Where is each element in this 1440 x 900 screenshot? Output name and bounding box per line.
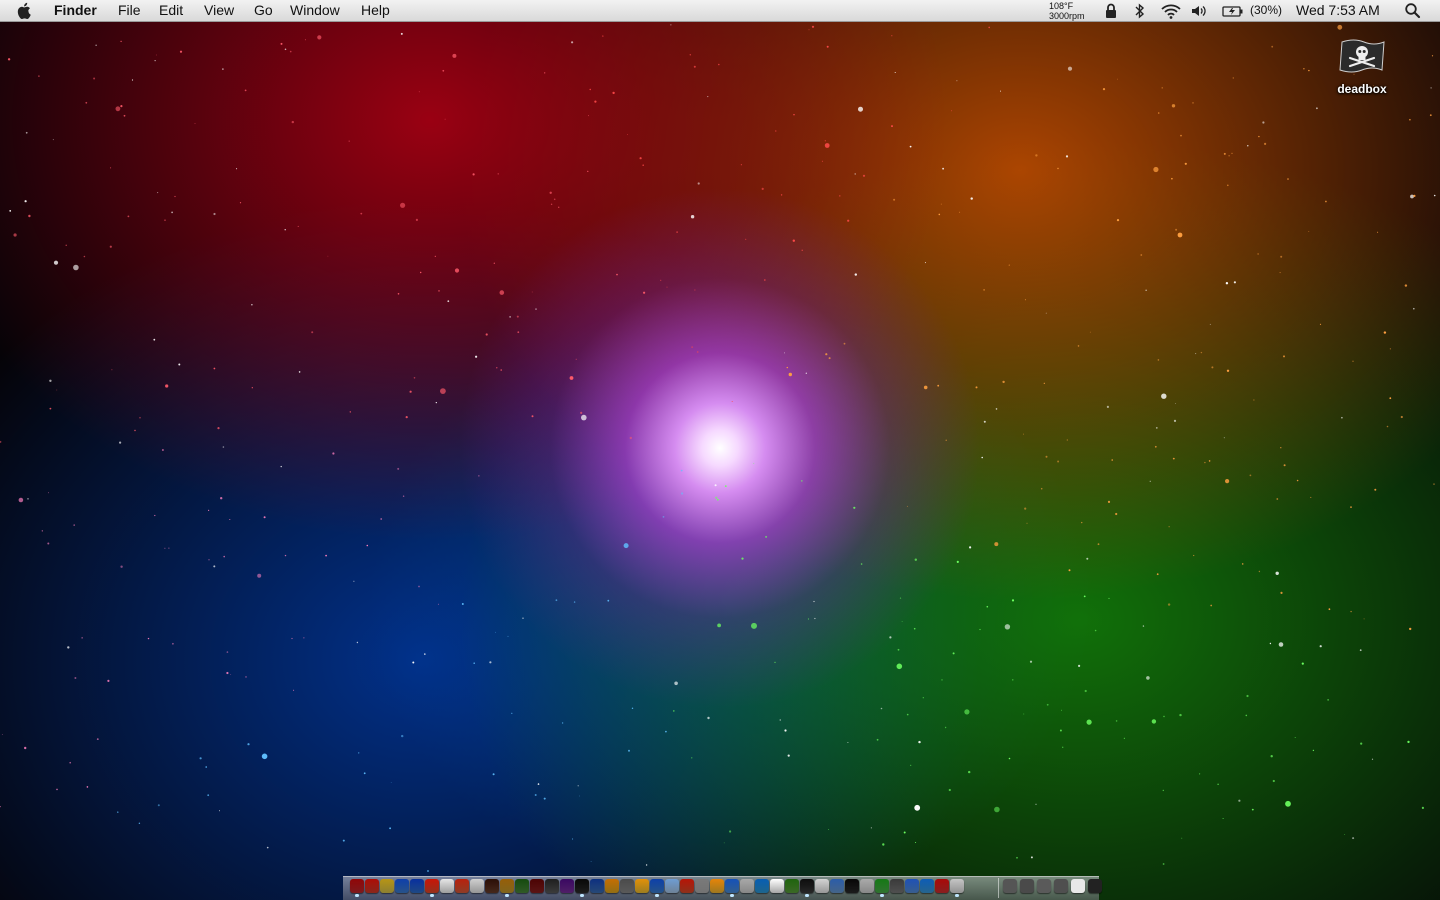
dock-app-icon[interactable] <box>860 879 874 893</box>
dock-running-indicator <box>730 894 734 897</box>
dock-running-indicator <box>655 894 659 897</box>
menu-view[interactable]: View <box>204 0 234 21</box>
fan-speed-text: 3000rpm <box>1049 11 1085 21</box>
dock-app-icon[interactable] <box>605 879 619 893</box>
dock-app-icon[interactable] <box>935 879 949 893</box>
dock-stack-icon[interactable] <box>1071 879 1085 893</box>
dock-stack-icon[interactable] <box>1003 879 1017 893</box>
desktop-wallpaper <box>0 0 1440 900</box>
dock-app-icon[interactable] <box>575 879 589 893</box>
dock-separator <box>998 878 999 898</box>
dock-app-icon[interactable] <box>410 879 424 893</box>
menu-bar: Finder File Edit View Go Window Help 108… <box>0 0 1440 22</box>
dock-app-icon[interactable] <box>560 879 574 893</box>
dock-app-icon[interactable] <box>635 879 649 893</box>
dock-running-indicator <box>430 894 434 897</box>
bluetooth-icon[interactable] <box>1133 2 1147 20</box>
dock-app-icon[interactable] <box>590 879 604 893</box>
dock-app-icon[interactable] <box>650 879 664 893</box>
spotlight-search-icon[interactable] <box>1404 2 1422 20</box>
menu-edit[interactable]: Edit <box>159 0 183 21</box>
dock-app-icon[interactable] <box>890 879 904 893</box>
dock-app-icon[interactable] <box>695 879 709 893</box>
dock-app-icon[interactable] <box>905 879 919 893</box>
dock-app-icon[interactable] <box>950 879 964 893</box>
dock-running-indicator <box>580 894 584 897</box>
dock-app-icon[interactable] <box>725 879 739 893</box>
dock-stack-icon[interactable] <box>1088 879 1102 893</box>
dock-app-icon[interactable] <box>800 879 814 893</box>
starfield <box>0 24 1436 872</box>
dock-app-icon[interactable] <box>620 879 634 893</box>
desktop-icon-label: deadbox <box>1337 82 1387 96</box>
dock-app-icon[interactable] <box>680 879 694 893</box>
sensor-readout[interactable]: 108°F 3000rpm <box>1049 1 1085 21</box>
dock-stack-icon[interactable] <box>1020 879 1034 893</box>
dock-app-icon[interactable] <box>470 879 484 893</box>
battery-icon[interactable] <box>1222 2 1244 20</box>
dock-stack-icon[interactable] <box>1037 879 1051 893</box>
dock-app-icon[interactable] <box>395 879 409 893</box>
lock-icon[interactable] <box>1104 2 1118 20</box>
dock-app-icon[interactable] <box>380 879 394 893</box>
dock-app-icon[interactable] <box>665 879 679 893</box>
dock-app-icon[interactable] <box>770 879 784 893</box>
dock-app-icon[interactable] <box>515 879 529 893</box>
dock-app-icon[interactable] <box>830 879 844 893</box>
dock-app-icon[interactable] <box>530 879 544 893</box>
wifi-icon[interactable] <box>1160 2 1182 20</box>
dock-running-indicator <box>955 894 959 897</box>
dock-app-icon[interactable] <box>815 879 829 893</box>
dock-app-icon[interactable] <box>545 879 559 893</box>
dock-app-icon[interactable] <box>740 879 754 893</box>
dock <box>343 876 1102 900</box>
dock-running-indicator <box>880 894 884 897</box>
battery-percentage[interactable]: (30%) <box>1250 0 1282 21</box>
dock-app-icon[interactable] <box>500 879 514 893</box>
dock-running-indicator <box>805 894 809 897</box>
volume-icon[interactable] <box>1190 2 1208 20</box>
dock-app-icon[interactable] <box>485 879 499 893</box>
menu-file[interactable]: File <box>118 0 141 21</box>
dock-app-icon[interactable] <box>710 879 724 893</box>
pirate-flag-drive-icon <box>1336 36 1388 76</box>
menu-clock[interactable]: Wed 7:53 AM <box>1296 0 1380 21</box>
dock-app-icon[interactable] <box>920 879 934 893</box>
menu-go[interactable]: Go <box>254 0 273 21</box>
menu-app-name[interactable]: Finder <box>54 0 97 21</box>
menu-window[interactable]: Window <box>290 0 340 21</box>
dock-app-icon[interactable] <box>845 879 859 893</box>
dock-app-icon[interactable] <box>755 879 769 893</box>
dock-stack-icon[interactable] <box>1054 879 1068 893</box>
dock-app-icon[interactable] <box>365 879 379 893</box>
dock-app-icon[interactable] <box>455 879 469 893</box>
dock-app-icon[interactable] <box>425 879 439 893</box>
dock-app-icon[interactable] <box>785 879 799 893</box>
temperature-text: 108°F <box>1049 1 1074 11</box>
dock-app-icon[interactable] <box>875 879 889 893</box>
dock-app-icon[interactable] <box>440 879 454 893</box>
apple-menu-icon[interactable] <box>17 0 37 21</box>
dock-running-indicator <box>355 894 359 897</box>
menu-help[interactable]: Help <box>361 0 390 21</box>
dock-running-indicator <box>505 894 509 897</box>
desktop-icon-deadbox[interactable]: deadbox <box>1322 36 1402 96</box>
dock-app-icon[interactable] <box>350 879 364 893</box>
